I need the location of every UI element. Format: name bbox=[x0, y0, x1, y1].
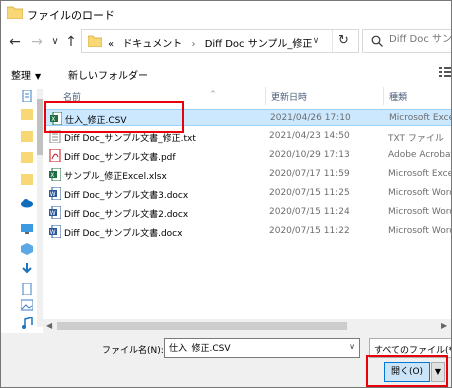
word-icon: W bbox=[49, 225, 61, 238]
breadcrumb-separator: › bbox=[191, 39, 196, 50]
file-type-filter-label: すべてのファイル(*.*) bbox=[374, 346, 451, 356]
file-type: Microsoft Word bbox=[388, 188, 452, 198]
downloads-icon[interactable] bbox=[21, 263, 33, 275]
file-row[interactable]: W Diff Doc_サンプル文書.docx 2020/07/15 11:22 … bbox=[45, 223, 452, 240]
svg-text:W: W bbox=[50, 229, 56, 236]
this-pc-icon[interactable] bbox=[21, 223, 33, 235]
organize-label: 整理 bbox=[11, 71, 31, 82]
column-divider[interactable] bbox=[383, 87, 384, 105]
window-title: ファイルのロード bbox=[27, 9, 115, 22]
breadcrumb-item-documents[interactable]: ドキュメント bbox=[122, 39, 182, 50]
pictures-icon[interactable] bbox=[21, 299, 33, 311]
file-name: 仕入_修正.CSV bbox=[65, 116, 127, 126]
file-row[interactable]: X 仕入_修正.CSV 2021/04/26 17:10 Microsoft E… bbox=[45, 109, 452, 126]
organize-menu-button[interactable]: 整理 ▼ bbox=[11, 67, 41, 82]
search-box[interactable] bbox=[362, 29, 451, 53]
file-open-dialog: ファイルのロード ← → ∨ ↑ « ドキュメント › Diff Doc サンプ… bbox=[0, 0, 452, 388]
file-date: 2021/04/23 14:50 bbox=[269, 131, 350, 141]
folder-icon[interactable] bbox=[21, 108, 33, 120]
folder-app-icon bbox=[7, 6, 23, 19]
title-bar: ファイルのロード bbox=[1, 1, 451, 27]
chevron-down-icon: ▼ bbox=[35, 72, 42, 81]
chevron-down-icon[interactable]: ∨ bbox=[349, 342, 355, 351]
file-name: Diff Doc_サンプル文書2.docx bbox=[64, 210, 189, 220]
column-header-name[interactable]: 名前 bbox=[63, 90, 81, 103]
document-icon[interactable] bbox=[21, 283, 33, 295]
file-date: 2021/04/26 17:10 bbox=[270, 113, 351, 123]
file-row[interactable]: X サンプル_修正Excel.xlsx 2020/07/17 11:59 Mic… bbox=[45, 166, 452, 183]
excel-csv-icon: X bbox=[50, 112, 62, 125]
sort-indicator-icon: ^ bbox=[210, 90, 216, 98]
breadcrumb: « ドキュメント › Diff Doc サンプル_修正 bbox=[108, 35, 312, 50]
folder-icon[interactable] bbox=[21, 151, 33, 163]
scroll-left-icon[interactable]: ◀ bbox=[46, 321, 52, 330]
refresh-icon[interactable]: ↻ bbox=[332, 30, 354, 52]
up-arrow-icon[interactable]: ↑ bbox=[63, 34, 79, 50]
file-type-filter-select[interactable]: すべてのファイル(*.*) bbox=[369, 338, 451, 358]
file-date: 2020/07/15 11:25 bbox=[269, 188, 350, 198]
column-divider[interactable] bbox=[265, 87, 266, 105]
filename-combobox[interactable]: ∨ bbox=[164, 338, 360, 358]
search-input[interactable] bbox=[389, 34, 451, 45]
navigation-scrollbar[interactable] bbox=[37, 89, 43, 327]
svg-text:X: X bbox=[50, 172, 54, 179]
file-name: Diff Doc_サンプル文書.docx bbox=[64, 229, 183, 239]
document-icon[interactable] bbox=[21, 90, 33, 102]
column-header-row: ^ 名前 更新日時 種類 bbox=[45, 87, 451, 105]
command-bar: 整理 ▼ 新しいフォルダー bbox=[1, 59, 451, 87]
open-button[interactable]: 開く(O) bbox=[384, 362, 430, 382]
file-name: サンプル_修正Excel.xlsx bbox=[64, 172, 167, 182]
filename-label: ファイル名(N): bbox=[102, 346, 164, 356]
onedrive-cloud-icon[interactable] bbox=[21, 197, 33, 209]
word-icon: W bbox=[49, 187, 61, 200]
filename-input[interactable] bbox=[169, 342, 339, 352]
pdf-icon bbox=[49, 149, 61, 162]
search-icon bbox=[371, 35, 383, 47]
file-name: Diff Doc_サンプル文書_修正.txt bbox=[64, 134, 196, 144]
address-dropdown-icon[interactable]: ∨ bbox=[306, 31, 326, 51]
file-name: Diff Doc_サンプル文書.pdf bbox=[64, 153, 176, 163]
file-list: ^ 名前 更新日時 種類 X 仕入_修正.CSV 2021/04/26 17:1… bbox=[45, 87, 452, 319]
file-row[interactable]: W Diff Doc_サンプル文書3.docx 2020/07/15 11:25… bbox=[45, 185, 452, 202]
scrollbar-thumb[interactable] bbox=[37, 99, 43, 155]
folder-icon[interactable] bbox=[21, 173, 33, 185]
text-file-icon bbox=[49, 130, 61, 143]
file-name: Diff Doc_サンプル文書3.docx bbox=[64, 191, 189, 201]
file-type: Microsoft Excel bbox=[389, 113, 452, 123]
breadcrumb-overflow[interactable]: « bbox=[108, 39, 114, 50]
file-row[interactable]: W Diff Doc_サンプル文書2.docx 2020/07/15 11:24… bbox=[45, 204, 452, 221]
breadcrumb-item-current[interactable]: Diff Doc サンプル_修正 bbox=[205, 39, 313, 50]
excel-icon: X bbox=[49, 168, 61, 181]
back-arrow-icon[interactable]: ← bbox=[7, 34, 23, 50]
file-type: Microsoft Word bbox=[388, 207, 452, 217]
music-icon[interactable] bbox=[21, 317, 33, 329]
svg-text:W: W bbox=[50, 210, 56, 217]
view-options-icon[interactable] bbox=[439, 67, 452, 77]
scrollbar-thumb[interactable] bbox=[57, 322, 347, 330]
svg-text:W: W bbox=[50, 191, 56, 198]
file-date: 2020/07/15 11:22 bbox=[269, 226, 350, 236]
open-options-dropdown[interactable]: ▼ bbox=[431, 362, 445, 382]
column-header-date[interactable]: 更新日時 bbox=[271, 90, 307, 103]
file-type: TXT ファイル bbox=[388, 134, 444, 144]
3d-objects-icon[interactable] bbox=[21, 243, 33, 255]
folder-icon bbox=[88, 35, 102, 47]
recent-locations-icon[interactable]: ∨ bbox=[47, 34, 63, 50]
file-row[interactable]: Diff Doc_サンプル文書_修正.txt 2021/04/23 14:50 … bbox=[45, 128, 451, 145]
file-type: Microsoft Word bbox=[388, 226, 452, 236]
file-date: 2020/07/17 11:59 bbox=[269, 169, 350, 179]
folder-icon[interactable] bbox=[21, 130, 33, 142]
svg-text:X: X bbox=[51, 116, 55, 123]
scroll-right-icon[interactable]: ▶ bbox=[441, 321, 447, 330]
forward-arrow-icon[interactable]: → bbox=[29, 34, 45, 50]
word-icon: W bbox=[49, 206, 61, 219]
new-folder-button[interactable]: 新しいフォルダー bbox=[68, 67, 148, 82]
file-date: 2020/07/15 11:24 bbox=[269, 207, 350, 217]
file-row[interactable]: Diff Doc_サンプル文書.pdf 2020/10/29 17:13 Ado… bbox=[45, 147, 452, 164]
file-type: Microsoft Excel bbox=[388, 169, 452, 179]
file-type: Adobe Acrobat bbox=[388, 150, 452, 160]
file-date: 2020/10/29 17:13 bbox=[269, 150, 350, 160]
horizontal-scrollbar[interactable]: ◀ ▶ bbox=[43, 319, 451, 333]
column-header-type[interactable]: 種類 bbox=[389, 90, 407, 103]
